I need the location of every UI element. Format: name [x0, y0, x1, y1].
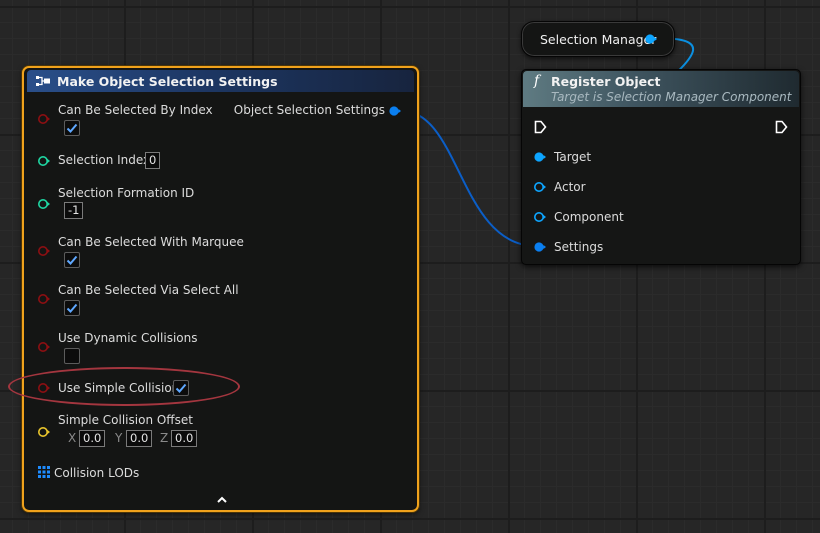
selection-manager-label: Selection Manager	[540, 32, 657, 47]
chevron-up-icon[interactable]	[216, 495, 228, 505]
can-be-selected-with-marquee-label: Can Be Selected With Marquee	[58, 235, 244, 249]
object-output-pin-icon[interactable]	[645, 33, 657, 45]
y-axis-label: Y	[115, 431, 123, 445]
bool-pin-icon[interactable]	[38, 113, 50, 125]
selection-index-label: Selection Index	[58, 153, 151, 167]
actor-label: Actor	[554, 180, 586, 194]
int-pin-icon[interactable]	[38, 155, 50, 167]
bool-pin-icon[interactable]	[38, 341, 50, 353]
offset-z-input[interactable]: 0.0	[171, 430, 198, 447]
use-dynamic-collisions-checkbox[interactable]	[64, 348, 80, 364]
offset-x-input[interactable]: 0.0	[79, 430, 106, 447]
make-struct-icon	[36, 76, 50, 86]
target-label: Target	[554, 150, 592, 164]
use-simple-collision-label: Use Simple Collision	[58, 381, 180, 395]
settings-label: Settings	[554, 240, 604, 254]
struct-pin-icon[interactable]	[534, 241, 546, 253]
offset-y-input[interactable]: 0.0	[126, 430, 153, 447]
selection-index-input[interactable]: 0	[145, 152, 161, 169]
checkmark-icon	[175, 383, 187, 393]
can-be-selected-by-index-checkbox[interactable]	[64, 120, 80, 136]
register-object-node[interactable]: f Register Object Target is Selection Ma…	[521, 69, 801, 265]
struct-output-pin-icon[interactable]	[389, 105, 401, 117]
checkmark-icon	[66, 303, 78, 313]
exec-input-pin-icon[interactable]	[534, 120, 547, 134]
can-be-selected-by-index-label: Can Be Selected By Index	[58, 103, 213, 117]
vector-pin-icon[interactable]	[38, 426, 50, 438]
node-title: Make Object Selection Settings	[57, 74, 278, 89]
function-icon: f	[534, 73, 540, 89]
int-pin-icon[interactable]	[38, 198, 50, 210]
can-be-selected-via-select-all-label: Can Be Selected Via Select All	[58, 283, 239, 297]
x-axis-label: X	[68, 431, 77, 445]
selection-formation-id-input[interactable]: -1	[64, 202, 84, 219]
object-selection-settings-label: Object Selection Settings	[233, 103, 385, 117]
checkmark-icon	[66, 255, 78, 265]
selection-manager-node[interactable]: Selection Manager	[521, 21, 675, 57]
node-header[interactable]: Make Object Selection Settings	[27, 70, 414, 92]
use-simple-collision-checkbox[interactable]	[173, 380, 189, 396]
node-subtitle: Target is Selection Manager Component	[551, 90, 792, 104]
exec-output-pin-icon[interactable]	[775, 120, 788, 134]
array-pin-icon[interactable]	[38, 466, 50, 478]
object-pin-icon[interactable]	[534, 181, 546, 193]
object-pin-icon[interactable]	[534, 211, 546, 223]
use-dynamic-collisions-label: Use Dynamic Collisions	[58, 331, 198, 345]
object-pin-icon[interactable]	[534, 151, 546, 163]
checkmark-icon	[66, 123, 78, 133]
bool-pin-icon[interactable]	[38, 382, 50, 394]
z-axis-label: Z	[160, 431, 169, 445]
wire-settings[interactable]	[401, 110, 537, 247]
collision-lods-label: Collision LODs	[54, 466, 140, 480]
can-be-selected-via-select-all-checkbox[interactable]	[64, 300, 80, 316]
bool-pin-icon[interactable]	[38, 293, 50, 305]
component-label: Component	[554, 210, 624, 224]
bool-pin-icon[interactable]	[38, 245, 50, 257]
node-header[interactable]: f Register Object Target is Selection Ma…	[523, 71, 799, 107]
simple-collision-offset-label: Simple Collision Offset	[58, 413, 193, 427]
make-object-selection-settings-node[interactable]: Make Object Selection Settings Can Be Se…	[22, 66, 419, 512]
selection-formation-id-label: Selection Formation ID	[58, 186, 195, 200]
node-title: Register Object	[551, 74, 661, 89]
can-be-selected-with-marquee-checkbox[interactable]	[64, 252, 80, 268]
